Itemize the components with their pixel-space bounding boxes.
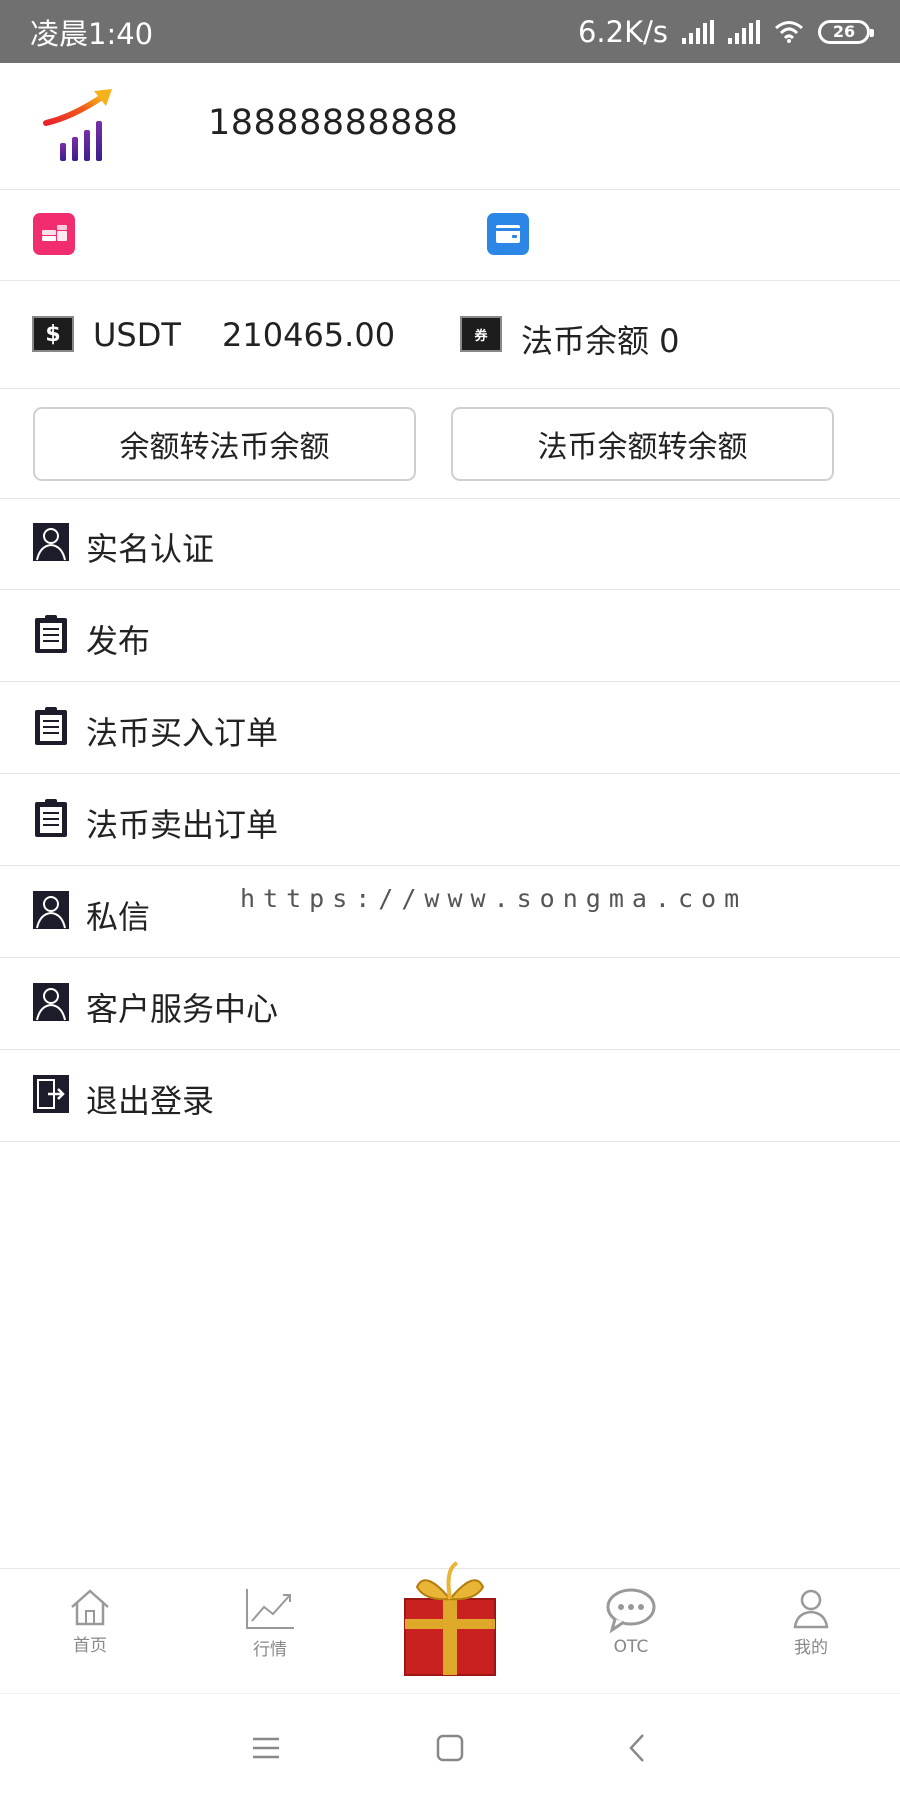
- menu-item-logout[interactable]: 退出登录: [0, 1050, 900, 1142]
- tab-market-label: 行情: [253, 1640, 287, 1660]
- menu-item-label: 客户服务中心: [86, 990, 279, 1028]
- menu-item-verification[interactable]: 实名认证: [0, 498, 900, 590]
- network-speed: 6.2K/s: [577, 14, 668, 49]
- tab-market[interactable]: 行情: [210, 1587, 330, 1660]
- menu-item-label: 发布: [86, 622, 151, 660]
- menu-item-label: 退出登录: [86, 1082, 215, 1120]
- menu-item-fiat-buy-orders[interactable]: 法币买入订单: [0, 682, 900, 774]
- menu-item-fiat-sell-orders[interactable]: 法币卖出订单: [0, 774, 900, 866]
- system-nav-bar: [0, 1693, 900, 1801]
- bottom-tab-bar: 首页 行情 OTC 我的: [0, 1561, 900, 1694]
- logout-icon: [33, 1075, 69, 1113]
- quick-actions-row: [0, 189, 900, 281]
- battery-icon: 26: [818, 19, 874, 44]
- menu-item-customer-service[interactable]: 客户服务中心: [0, 958, 900, 1050]
- wifi-icon: [775, 20, 803, 43]
- transfer-to-fiat-button[interactable]: 余额转法币余额: [33, 407, 416, 481]
- transfer-buttons-row: 余额转法币余额 法币余额转余额: [0, 388, 900, 499]
- user-icon: [33, 983, 69, 1021]
- transfer-from-fiat-button[interactable]: 法币余额转余额: [451, 407, 834, 481]
- back-chevron-icon[interactable]: [620, 1730, 656, 1766]
- person-icon: [793, 1589, 829, 1629]
- menu-item-label: 实名认证: [86, 530, 215, 568]
- usdt-label: USDT: [93, 316, 181, 354]
- signal-icon: [682, 19, 714, 44]
- balance-row: $ USDT 210465.00 券 法币余额 0: [0, 280, 900, 389]
- menu-item-publish[interactable]: 发布: [0, 590, 900, 682]
- clipboard-icon: [35, 615, 67, 653]
- tab-mine[interactable]: 我的: [751, 1587, 871, 1658]
- menu-item-label: 法币卖出订单: [86, 806, 279, 844]
- user-icon: [33, 891, 69, 929]
- gift-box-icon[interactable]: [395, 1559, 505, 1679]
- coupon-icon: 券: [460, 316, 502, 352]
- clipboard-icon: [35, 799, 67, 837]
- tab-mine-label: 我的: [794, 1638, 828, 1658]
- menu-item-label: 私信: [86, 898, 151, 936]
- dollar-icon: $: [32, 316, 74, 352]
- user-icon: [33, 523, 69, 561]
- status-time: 凌晨1:40: [30, 16, 154, 51]
- clipboard-icon: [35, 707, 67, 745]
- menu-list: 实名认证 发布 法币买入订单 法币卖出订单 私信 客户服务中心 退出登录: [0, 498, 900, 1142]
- usdt-balance: 210465.00: [222, 316, 396, 354]
- battery-level: 26: [832, 22, 856, 41]
- status-indicators: 6.2K/s 26: [577, 14, 874, 49]
- fiat-balance: 法币余额 0: [521, 322, 680, 360]
- wallet-icon[interactable]: [487, 213, 529, 255]
- tab-otc[interactable]: OTC: [571, 1587, 691, 1657]
- profile-header[interactable]: 18888888888: [0, 63, 900, 190]
- home-square-icon[interactable]: [432, 1730, 468, 1766]
- tab-home[interactable]: 首页: [30, 1587, 150, 1656]
- user-phone: 18888888888: [208, 103, 459, 143]
- signal-icon-2: [728, 19, 760, 44]
- home-icon: [71, 1589, 109, 1626]
- app-logo: [43, 89, 112, 161]
- tab-home-label: 首页: [73, 1636, 107, 1656]
- tab-otc-label: OTC: [613, 1637, 649, 1657]
- menu-icon[interactable]: [248, 1730, 284, 1766]
- status-bar: 凌晨1:40 6.2K/s 26: [0, 0, 900, 63]
- watermark-text: https://www.songma.com: [240, 884, 748, 913]
- assets-icon[interactable]: [33, 213, 75, 255]
- menu-item-label: 法币买入订单: [86, 714, 279, 752]
- trend-chart-icon: [246, 1589, 294, 1629]
- chat-bubble-icon: [606, 1588, 656, 1633]
